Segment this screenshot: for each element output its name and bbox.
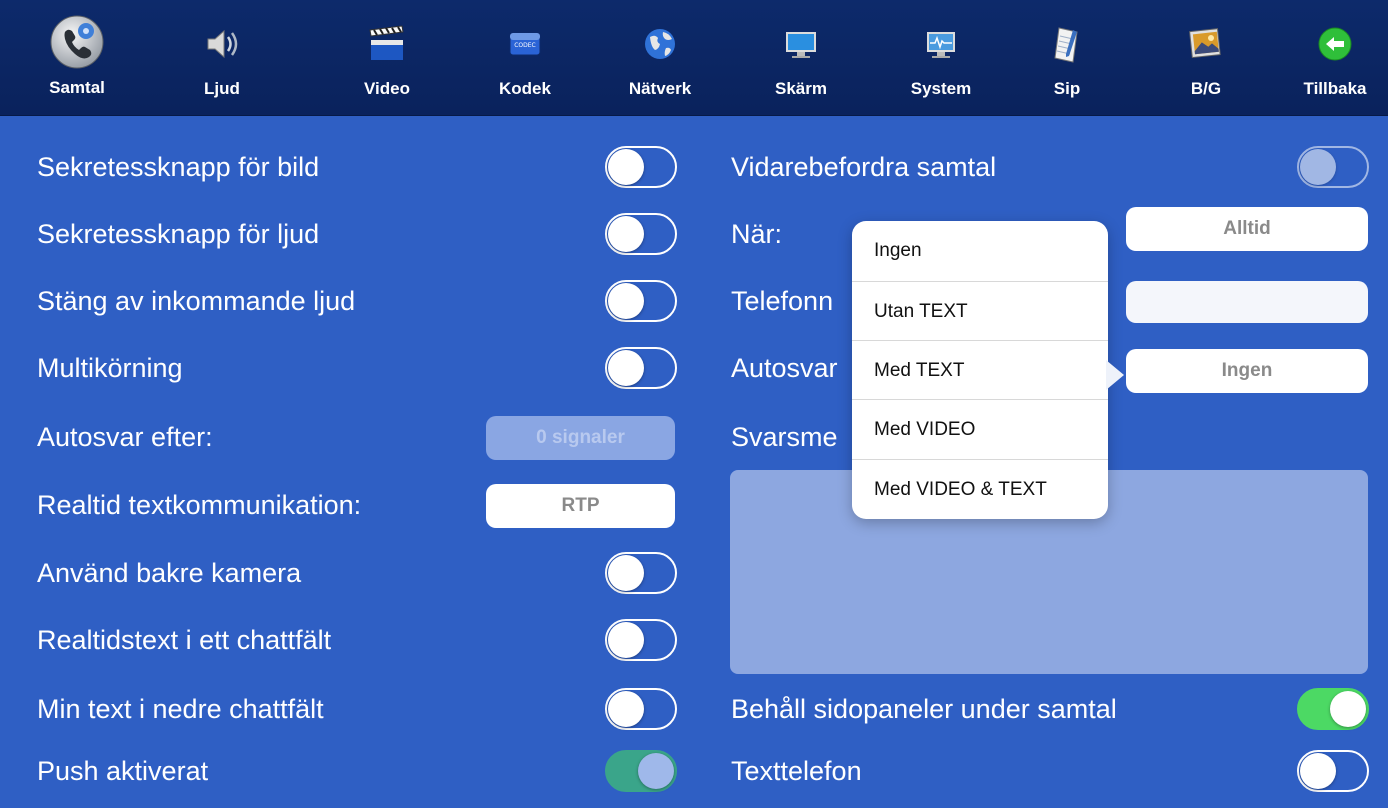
realtime-text-button[interactable]: RTP — [486, 484, 675, 528]
tab-label: Video — [364, 79, 410, 98]
tab-tillbaka[interactable]: Tillbaka — [1280, 0, 1388, 116]
rear-camera-label: Använd bakre kamera — [37, 557, 302, 588]
phone-input[interactable] — [1126, 281, 1368, 323]
autoanswer-label: Autosvar — [731, 352, 838, 383]
multitasking-toggle[interactable] — [605, 347, 677, 389]
tab-natverk[interactable]: Nätverk — [605, 0, 715, 116]
monitor-icon — [779, 22, 823, 66]
picture-icon — [1184, 22, 1228, 66]
toggle-knob — [1330, 691, 1366, 727]
tab-label: Kodek — [499, 79, 551, 98]
forward-calls-label: Vidarebefordra samtal — [731, 151, 997, 182]
answer-message-label: Svarsme — [731, 421, 838, 452]
autoanswer-popover: Ingen Utan TEXT Med TEXT Med VIDEO Med V… — [852, 221, 1108, 519]
privacy-video-toggle[interactable] — [605, 146, 677, 188]
toggle-knob — [608, 555, 644, 591]
toggle-knob — [1300, 753, 1336, 789]
rtt-one-field-toggle[interactable] — [605, 619, 677, 661]
rear-camera-toggle[interactable] — [605, 552, 677, 594]
tab-sip[interactable]: Sip — [1012, 0, 1122, 116]
globe-icon — [638, 22, 682, 66]
tab-label: Sip — [1053, 79, 1081, 98]
mute-incoming-toggle[interactable] — [605, 280, 677, 322]
tab-label: System — [910, 79, 972, 98]
tab-label: Skärm — [775, 79, 827, 98]
tab-label: B/G — [1190, 79, 1222, 98]
back-arrow-icon — [1313, 22, 1357, 66]
push-label: Push aktiverat — [37, 755, 209, 786]
autoanswer-after-button[interactable]: 0 signaler — [486, 416, 675, 460]
text-phone-label: Texttelefon — [731, 755, 862, 786]
phone-gear-icon — [50, 15, 104, 69]
forward-calls-toggle[interactable] — [1297, 146, 1369, 188]
tab-bg[interactable]: B/G — [1151, 0, 1261, 116]
my-text-lower-toggle[interactable] — [605, 688, 677, 730]
privacy-audio-label: Sekretessknapp för ljud — [37, 218, 320, 249]
tab-label: Ljud — [204, 79, 240, 98]
tab-skarm[interactable]: Skärm — [746, 0, 856, 116]
text-phone-toggle[interactable] — [1297, 750, 1369, 792]
tab-label: Nätverk — [628, 79, 692, 98]
popover-option-med-text[interactable]: Med TEXT — [852, 340, 1108, 400]
top-toolbar: Samtal Ljud Video CODEC Kodek Nätverk Sk… — [0, 0, 1388, 116]
autoanswer-button[interactable]: Ingen — [1126, 349, 1368, 393]
popover-arrow — [1106, 360, 1124, 390]
system-monitor-icon — [919, 22, 963, 66]
svg-text:CODEC: CODEC — [514, 42, 536, 49]
my-text-lower-label: Min text i nedre chattfält — [37, 693, 324, 724]
popover-option-ingen[interactable]: Ingen — [852, 221, 1108, 281]
codec-icon: CODEC — [503, 22, 547, 66]
notepad-icon — [1045, 22, 1089, 66]
toggle-knob — [608, 691, 644, 727]
rtt-one-field-label: Realtidstext i ett chattfält — [37, 624, 332, 655]
realtime-text-label: Realtid textkommunikation: — [37, 489, 362, 520]
keep-side-panels-label: Behåll sidopaneler under samtal — [731, 693, 1117, 724]
tab-system[interactable]: System — [886, 0, 996, 116]
privacy-video-label: Sekretessknapp för bild — [37, 151, 320, 182]
autoanswer-after-label: Autosvar efter: — [37, 421, 213, 452]
tab-kodek[interactable]: CODEC Kodek — [470, 0, 580, 116]
mute-incoming-label: Stäng av inkommande ljud — [37, 285, 356, 316]
toggle-knob — [608, 149, 644, 185]
toggle-knob — [608, 622, 644, 658]
toggle-knob — [1300, 149, 1336, 185]
tab-label: Tillbaka — [1303, 79, 1367, 98]
when-label: När: — [731, 218, 783, 249]
tab-video[interactable]: Video — [332, 0, 442, 116]
toggle-knob — [608, 283, 644, 319]
popover-option-med-video-text[interactable]: Med VIDEO & TEXT — [852, 459, 1108, 519]
tab-label: Samtal — [49, 78, 105, 97]
popover-option-med-video[interactable]: Med VIDEO — [852, 399, 1108, 459]
toggle-knob — [638, 753, 674, 789]
toggle-knob — [608, 216, 644, 252]
phone-label: Telefonn — [731, 285, 834, 316]
tab-ljud[interactable]: Ljud — [167, 0, 277, 116]
popover-option-utan-text[interactable]: Utan TEXT — [852, 281, 1108, 341]
multitasking-label: Multikörning — [37, 352, 183, 383]
when-button[interactable]: Alltid — [1126, 207, 1368, 251]
speaker-icon — [200, 22, 244, 66]
privacy-audio-toggle[interactable] — [605, 213, 677, 255]
keep-side-panels-toggle[interactable] — [1297, 688, 1369, 730]
clapperboard-icon — [365, 22, 409, 66]
push-toggle[interactable] — [605, 750, 677, 792]
tab-samtal[interactable]: Samtal — [22, 0, 132, 116]
toggle-knob — [608, 350, 644, 386]
